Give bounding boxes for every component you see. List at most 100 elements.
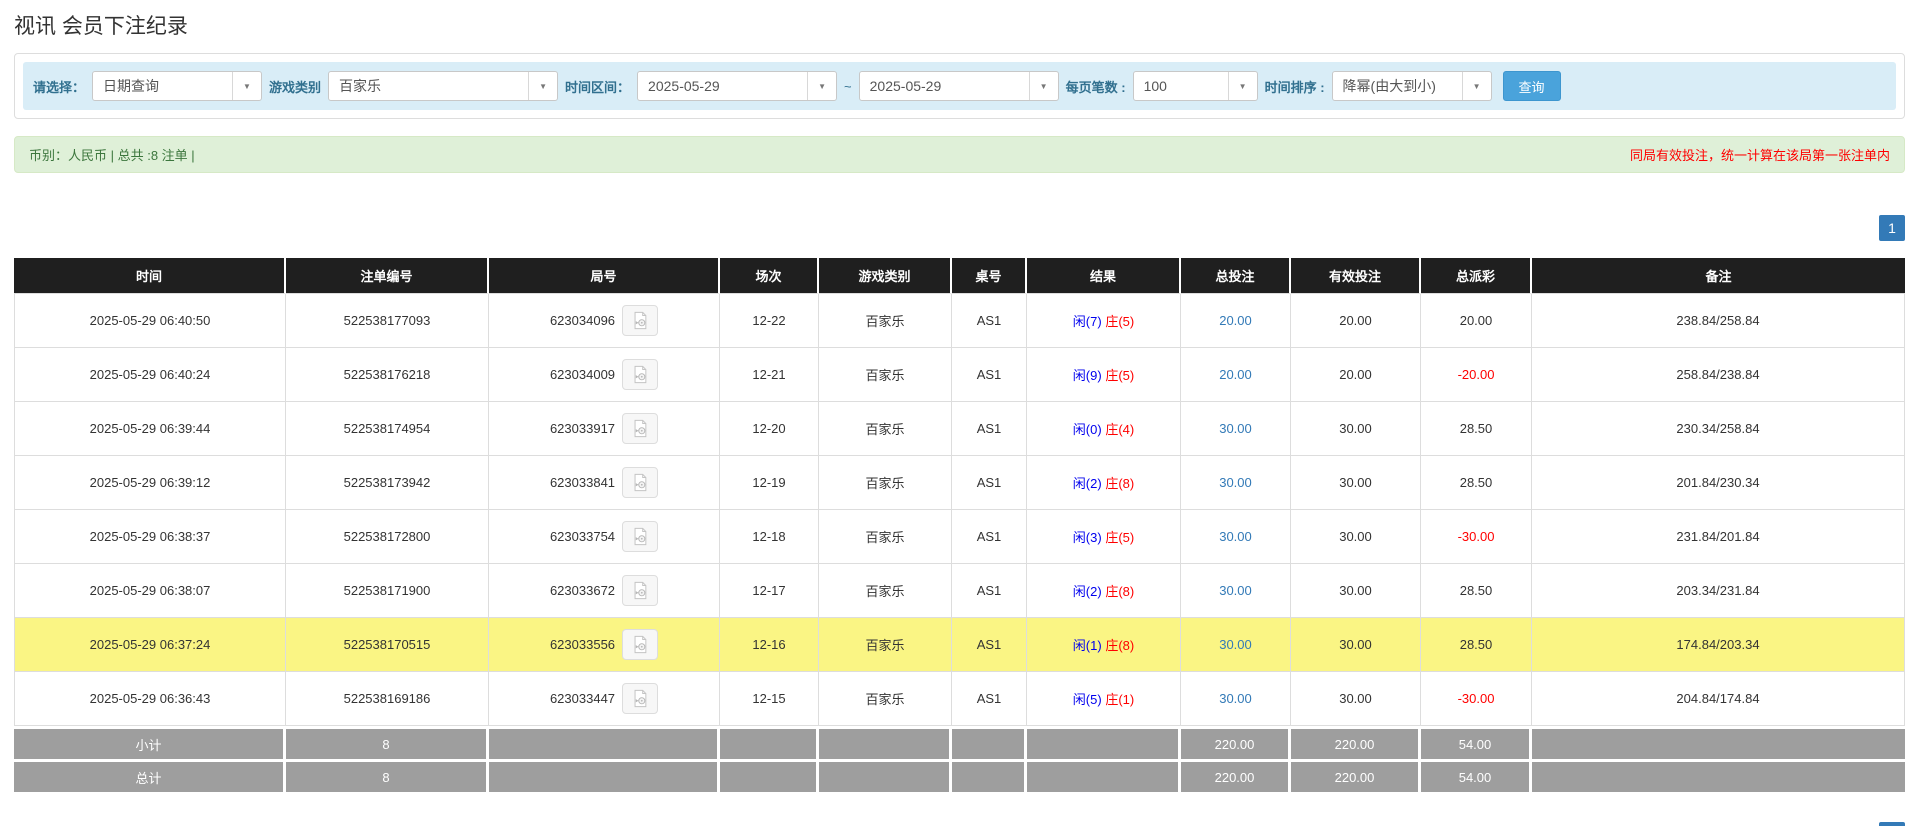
date-from-select[interactable]: 2025-05-29 ▼ bbox=[637, 71, 837, 101]
total-bet-link[interactable]: 30.00 bbox=[1219, 637, 1252, 652]
per-page-select[interactable]: 100 ▼ bbox=[1133, 71, 1258, 101]
cell-payout: 28.50 bbox=[1421, 456, 1532, 510]
cell-table-no: AS1 bbox=[952, 672, 1027, 726]
cell-table-no: AS1 bbox=[952, 456, 1027, 510]
table-row: 2025-05-29 06:36:43522538169186623033447… bbox=[14, 672, 1905, 726]
total-row: 总计8220.00220.0054.00 bbox=[14, 759, 1905, 792]
total-bet-link[interactable]: 30.00 bbox=[1219, 475, 1252, 490]
page: 视讯 会员下注纪录 请选择： 日期查询 ▼ 游戏类别 百家乐 ▼ 时间区间： 2… bbox=[0, 0, 1919, 826]
total-bet-link[interactable]: 20.00 bbox=[1219, 313, 1252, 328]
table-row: 2025-05-29 06:38:07522538171900623033672… bbox=[14, 564, 1905, 618]
chevron-down-icon[interactable]: ▼ bbox=[528, 72, 557, 100]
video-replay-button[interactable] bbox=[622, 683, 658, 714]
video-file-icon bbox=[631, 365, 649, 384]
footer-valid-bet: 220.00 bbox=[1291, 759, 1421, 792]
cell-payout: -30.00 bbox=[1421, 510, 1532, 564]
cell-valid-bet: 30.00 bbox=[1291, 510, 1421, 564]
result-banker: 庄(8) bbox=[1105, 638, 1134, 653]
cell-time: 2025-05-29 06:37:24 bbox=[14, 618, 286, 672]
cell-result: 闲(3) 庄(5) bbox=[1027, 510, 1181, 564]
total-bet-link[interactable]: 20.00 bbox=[1219, 367, 1252, 382]
game-type-value: 百家乐 bbox=[329, 72, 528, 100]
video-file-icon bbox=[631, 581, 649, 600]
footer-label: 总计 bbox=[14, 759, 286, 792]
video-replay-button[interactable] bbox=[622, 629, 658, 660]
cell-valid-bet: 20.00 bbox=[1291, 348, 1421, 402]
cell-result: 闲(9) 庄(5) bbox=[1027, 348, 1181, 402]
chevron-down-icon[interactable]: ▼ bbox=[1462, 72, 1491, 100]
sort-order-select[interactable]: 降幂(由大到小) ▼ bbox=[1332, 71, 1492, 101]
video-replay-button[interactable] bbox=[622, 359, 658, 390]
cell-table-no: AS1 bbox=[952, 402, 1027, 456]
video-file-icon bbox=[631, 527, 649, 546]
round-id: 623033754 bbox=[550, 529, 615, 544]
cell-remark: 204.84/174.84 bbox=[1532, 672, 1905, 726]
footer-empty bbox=[819, 726, 952, 759]
column-header: 有效投注 bbox=[1291, 258, 1421, 294]
video-replay-button[interactable] bbox=[622, 413, 658, 444]
cell-payout: 28.50 bbox=[1421, 618, 1532, 672]
video-replay-button[interactable] bbox=[622, 521, 658, 552]
cell-game: 百家乐 bbox=[819, 348, 952, 402]
cell-total-bet: 30.00 bbox=[1181, 672, 1291, 726]
chevron-down-icon[interactable]: ▼ bbox=[1228, 72, 1257, 100]
total-bet-link[interactable]: 30.00 bbox=[1219, 529, 1252, 544]
page-button-1-bottom[interactable]: 1 bbox=[1879, 822, 1905, 826]
total-bet-link[interactable]: 30.00 bbox=[1219, 583, 1252, 598]
round-id: 623033447 bbox=[550, 691, 615, 706]
table-row: 2025-05-29 06:40:24522538176218623034009… bbox=[14, 348, 1905, 402]
footer-label: 小计 bbox=[14, 726, 286, 759]
cell-remark: 238.84/258.84 bbox=[1532, 294, 1905, 348]
game-type-select[interactable]: 百家乐 ▼ bbox=[328, 71, 558, 101]
summary-bar: 币别：人民币 | 总共 :8 注单 | 同局有效投注，统一计算在该局第一张注单内 bbox=[14, 136, 1905, 173]
video-replay-button[interactable] bbox=[622, 467, 658, 498]
cell-game: 百家乐 bbox=[819, 672, 952, 726]
table-row: 2025-05-29 06:38:37522538172800623033754… bbox=[14, 510, 1905, 564]
footer-empty bbox=[489, 726, 720, 759]
result-banker: 庄(5) bbox=[1105, 368, 1134, 383]
chevron-down-icon[interactable]: ▼ bbox=[1029, 72, 1058, 100]
cell-session: 12-20 bbox=[720, 402, 819, 456]
round-id: 623033556 bbox=[550, 637, 615, 652]
video-file-icon bbox=[631, 689, 649, 708]
column-header: 游戏类别 bbox=[819, 258, 952, 294]
column-header: 场次 bbox=[720, 258, 819, 294]
cell-table-no: AS1 bbox=[952, 294, 1027, 348]
chevron-down-icon[interactable]: ▼ bbox=[807, 72, 836, 100]
column-header: 总投注 bbox=[1181, 258, 1291, 294]
result-player: 闲(0) bbox=[1073, 422, 1102, 437]
cell-time: 2025-05-29 06:38:37 bbox=[14, 510, 286, 564]
range-separator: ~ bbox=[844, 79, 852, 94]
footer-empty bbox=[720, 726, 819, 759]
cell-game: 百家乐 bbox=[819, 294, 952, 348]
cell-payout: -20.00 bbox=[1421, 348, 1532, 402]
cell-result: 闲(2) 庄(8) bbox=[1027, 456, 1181, 510]
date-to-select[interactable]: 2025-05-29 ▼ bbox=[859, 71, 1059, 101]
search-button[interactable]: 查询 bbox=[1503, 71, 1561, 101]
table-row: 2025-05-29 06:39:12522538173942623033841… bbox=[14, 456, 1905, 510]
cell-valid-bet: 30.00 bbox=[1291, 402, 1421, 456]
query-type-select[interactable]: 日期查询 ▼ bbox=[92, 71, 262, 101]
cell-round: 623033917 bbox=[489, 402, 720, 456]
game-type-label: 游戏类别 bbox=[269, 77, 321, 96]
cell-total-bet: 30.00 bbox=[1181, 510, 1291, 564]
total-bet-link[interactable]: 30.00 bbox=[1219, 691, 1252, 706]
round-id: 623034009 bbox=[550, 367, 615, 382]
cell-game: 百家乐 bbox=[819, 564, 952, 618]
cell-valid-bet: 30.00 bbox=[1291, 618, 1421, 672]
video-file-icon bbox=[631, 419, 649, 438]
cell-bet-id: 522538177093 bbox=[286, 294, 489, 348]
result-player: 闲(7) bbox=[1073, 314, 1102, 329]
result-banker: 庄(1) bbox=[1105, 692, 1134, 707]
total-bet-link[interactable]: 30.00 bbox=[1219, 421, 1252, 436]
chevron-down-icon[interactable]: ▼ bbox=[232, 72, 261, 100]
currency-summary: 币别：人民币 | 总共 :8 注单 | bbox=[29, 145, 195, 164]
cell-session: 12-19 bbox=[720, 456, 819, 510]
cell-bet-id: 522538170515 bbox=[286, 618, 489, 672]
cell-payout: -30.00 bbox=[1421, 672, 1532, 726]
video-replay-button[interactable] bbox=[622, 305, 658, 336]
cell-total-bet: 20.00 bbox=[1181, 294, 1291, 348]
video-replay-button[interactable] bbox=[622, 575, 658, 606]
page-button-1[interactable]: 1 bbox=[1879, 215, 1905, 241]
table-footer: 小计8220.00220.0054.00总计8220.00220.0054.00 bbox=[14, 726, 1905, 792]
